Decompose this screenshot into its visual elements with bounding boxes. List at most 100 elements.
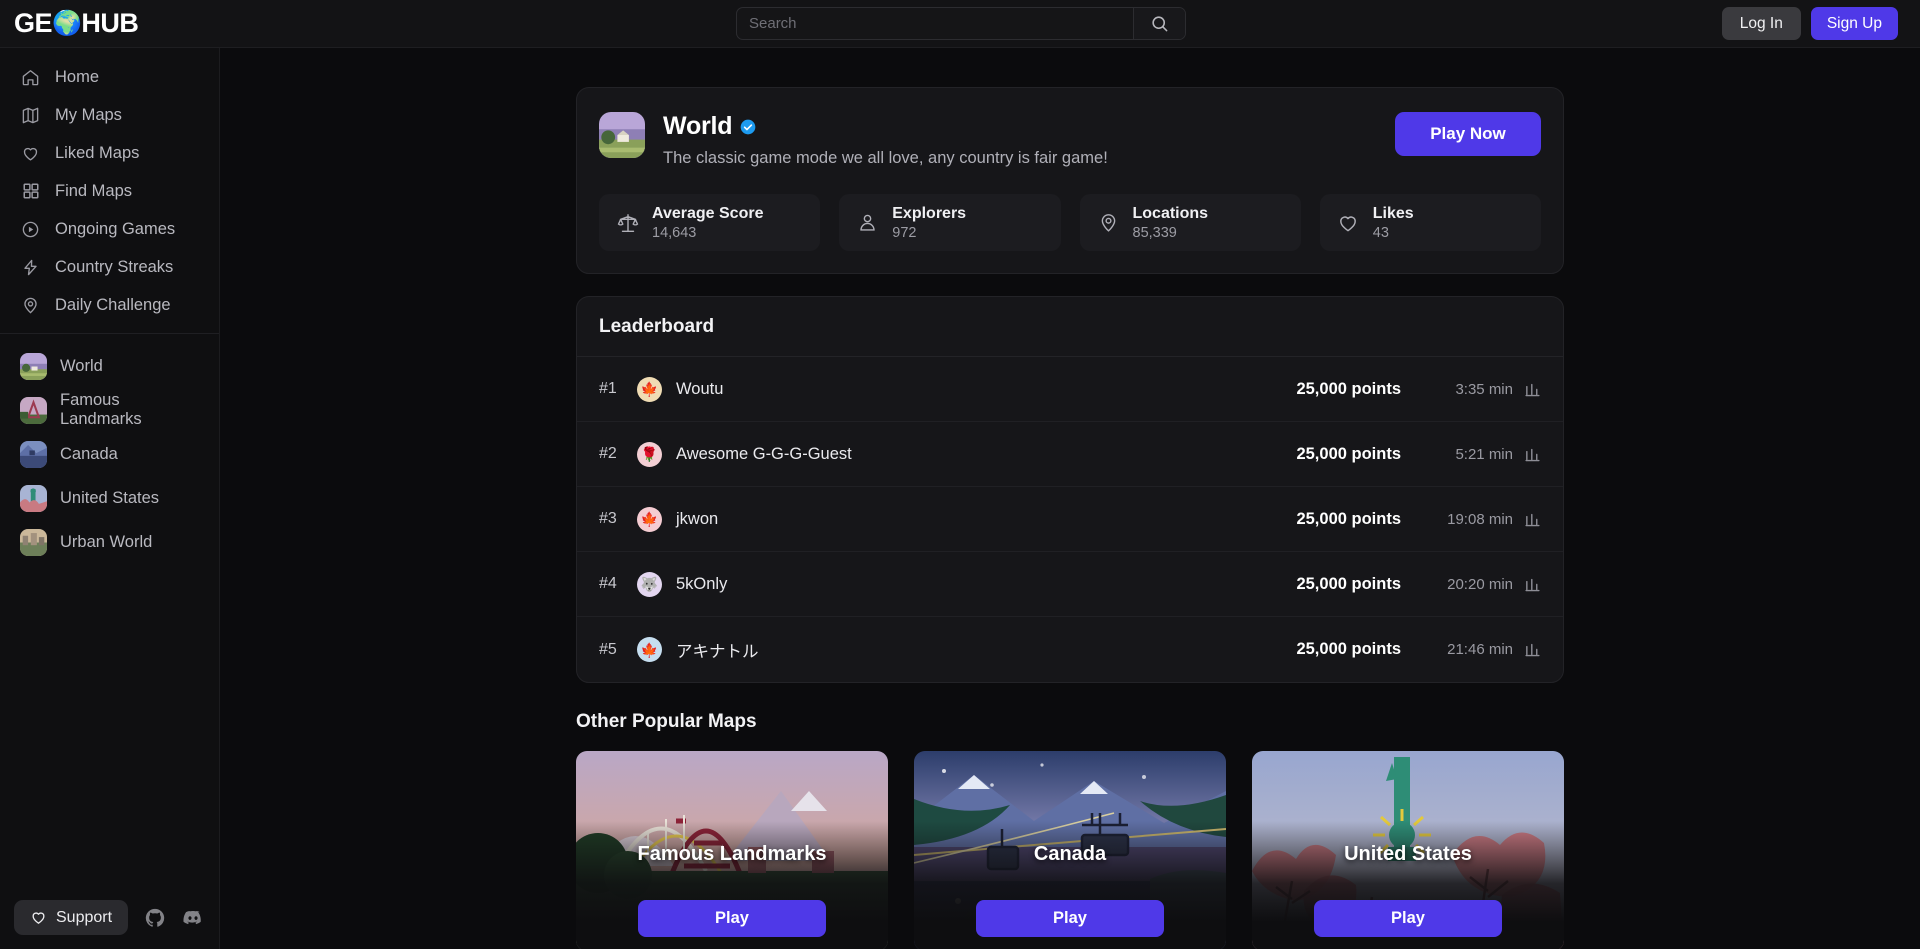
globe-icon: 🌍 [52,9,82,37]
table-row[interactable]: #3 🍁 jkwon 25,000 points 19:08 min [577,487,1563,552]
world-thumb [20,352,47,380]
signup-button[interactable]: Sign Up [1810,7,1898,40]
stat-label: Locations [1132,204,1209,222]
player-points: 25,000 points [1296,574,1401,593]
landmarks-thumb [20,396,47,424]
other-popular-maps: Famous Landmarks Play Canada Play United… [576,751,1564,949]
stat-value: 85,339 [1132,224,1177,241]
verified-badge-icon [740,119,756,135]
bar-chart-icon[interactable] [1513,446,1541,463]
auth-actions: Log In Sign Up [1721,7,1898,40]
map-card-title: Famous Landmarks [637,843,827,865]
sidebar-item-label: My Maps [55,105,122,124]
rank: #4 [599,575,617,592]
sidebar-map-urban-world[interactable]: Urban World [0,520,219,564]
bar-chart-icon[interactable] [1513,381,1541,398]
player-points: 25,000 points [1296,509,1401,528]
table-row[interactable]: #5 🍁 アキナトル 25,000 points 21:46 min [577,617,1563,682]
sidebar-map-world[interactable]: World [0,344,219,388]
play-circle-icon [20,219,41,240]
sidebar-map-canada[interactable]: Canada [0,432,219,476]
stat-average-score: Average Score 14,643 [599,194,821,251]
sidebar-map-united-states[interactable]: United States [0,476,219,520]
stat-locations: Locations 85,339 [1079,194,1301,251]
bar-chart-icon[interactable] [1513,641,1541,658]
person-icon [856,211,879,234]
player-points: 25,000 points [1296,444,1401,463]
sidebar-map-famous-landmarks[interactable]: Famous Landmarks [0,388,219,432]
support-button[interactable]: Support [14,900,129,935]
rank: #1 [599,380,617,397]
map-icon [20,105,41,126]
bar-chart-icon[interactable] [1513,511,1541,528]
login-button[interactable]: Log In [1721,7,1801,40]
app-logo[interactable]: GE 🌍 HUB [0,8,220,39]
sidebar-divider [0,333,219,334]
player-name: jkwon [676,509,719,528]
sidebar-item-daily-challenge[interactable]: Daily Challenge [0,286,219,324]
page-title: World [663,112,733,140]
avatar: 🍁 [637,506,662,532]
avatar: 🍁 [637,637,662,662]
sidebar-item-label: Daily Challenge [55,295,171,314]
player-time: 3:35 min [1455,380,1513,398]
bar-chart-icon[interactable] [1513,576,1541,593]
sidebar-item-liked-maps[interactable]: Liked Maps [0,134,219,172]
sidebar-item-label: Find Maps [55,181,133,200]
map-hero-panel: World The classic game mode we all love,… [576,87,1564,274]
sidebar-map-label: Urban World [60,532,153,551]
avatar: 🍁 [637,376,662,402]
main-content: World The classic game mode we all love,… [220,48,1920,949]
map-stats: Average Score 14,643 Explorers 972 Locat… [599,194,1541,251]
search-bar [736,7,1186,40]
avatar: 🐺 [637,571,662,597]
rank: #2 [599,445,617,462]
github-icon[interactable] [144,907,166,929]
leaderboard-title: Leaderboard [577,297,1563,357]
table-row[interactable]: #2 🌹 Awesome G-G-G-Guest 25,000 points 5… [577,422,1563,487]
player-time: 20:20 min [1447,575,1513,593]
stat-value: 972 [892,224,917,241]
sidebar-map-label: Famous Landmarks [60,391,142,428]
map-card-famous-landmarks[interactable]: Famous Landmarks Play [576,751,888,949]
world-thumb [599,112,645,158]
player-points: 25,000 points [1296,640,1401,658]
search-button[interactable] [1133,8,1185,39]
map-card-canada[interactable]: Canada Play [914,751,1226,949]
stat-label: Explorers [892,204,967,222]
search-input[interactable] [737,8,1133,39]
stat-value: 43 [1372,224,1389,241]
us-thumb [20,484,47,512]
sidebar-map-label: United States [60,488,160,507]
map-card-title: Canada [1033,843,1107,865]
discord-icon[interactable] [182,907,204,929]
sidebar-map-label: World [60,356,103,375]
stat-value: 14,643 [652,224,697,241]
player-points: 25,000 points [1296,379,1401,398]
stat-explorers: Explorers 972 [839,194,1061,251]
sidebar-item-ongoing-games[interactable]: Ongoing Games [0,210,219,248]
avatar: 🌹 [637,441,662,467]
heart-icon [1337,211,1360,234]
play-button[interactable]: Play [638,900,826,937]
sidebar-item-find-maps[interactable]: Find Maps [0,172,219,210]
player-time: 21:46 min [1447,641,1513,658]
scales-icon [616,211,639,234]
sidebar: Home My Maps Liked Maps Find Maps Ongoin… [0,48,220,949]
play-button[interactable]: Play [976,900,1164,937]
player-name: 5kOnly [676,574,728,593]
sidebar-item-my-maps[interactable]: My Maps [0,96,219,134]
urban-thumb [20,528,47,556]
table-row[interactable]: #4 🐺 5kOnly 25,000 points 20:20 min [577,552,1563,617]
map-card-united-states[interactable]: United States Play [1252,751,1564,949]
sidebar-item-label: Ongoing Games [55,219,176,238]
player-time: 19:08 min [1447,510,1513,528]
play-now-button[interactable]: Play Now [1395,112,1541,156]
sidebar-footer: Support [0,900,220,935]
sidebar-item-home[interactable]: Home [0,58,219,96]
map-description: The classic game mode we all love, any c… [663,149,1108,167]
map-hero-header: World The classic game mode we all love,… [599,112,1541,168]
sidebar-item-country-streaks[interactable]: Country Streaks [0,248,219,286]
table-row[interactable]: #1 🍁 Woutu 25,000 points 3:35 min [577,357,1563,422]
play-button[interactable]: Play [1314,900,1502,937]
